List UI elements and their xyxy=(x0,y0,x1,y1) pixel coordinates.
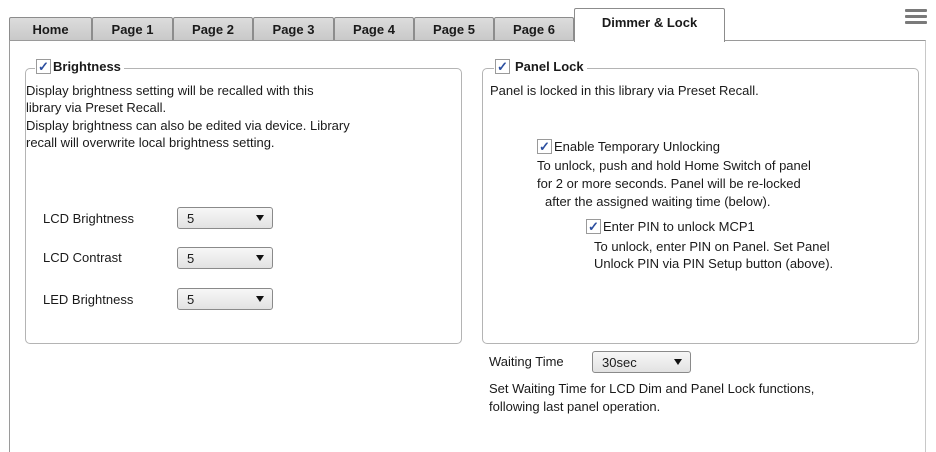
tab-bar: Home Page 1 Page 2 Page 3 Page 4 Page 5 … xyxy=(0,0,936,42)
dropdown-arrow-icon xyxy=(674,359,682,365)
temp-unlock-checkbox[interactable]: ✓ xyxy=(537,139,552,154)
waiting-time-select[interactable]: 30sec xyxy=(592,351,691,373)
tab-dimmer-lock[interactable]: Dimmer & Lock xyxy=(574,8,725,42)
pin-desc-line-2: Unlock PIN via PIN Setup button (above). xyxy=(594,256,834,271)
waiting-desc-line-2: following last panel operation. xyxy=(489,399,661,414)
brightness-desc-line-2: library via Preset Recall. xyxy=(26,100,167,115)
panel-lock-desc: Panel is locked in this library via Pres… xyxy=(490,83,759,98)
pin-checkbox[interactable]: ✓ xyxy=(586,219,601,234)
lcd-contrast-label: LCD Contrast xyxy=(43,250,122,265)
brightness-legend: ✓ Brightness xyxy=(35,59,124,74)
led-brightness-value: 5 xyxy=(187,291,195,307)
checkmark-icon: ✓ xyxy=(588,219,599,234)
checkmark-icon: ✓ xyxy=(497,59,508,74)
dropdown-arrow-icon xyxy=(256,255,264,261)
temp-unlock-row: ✓ Enable Temporary Unlocking xyxy=(537,139,720,154)
brightness-checkbox[interactable]: ✓ xyxy=(36,59,51,74)
waiting-time-value: 30sec xyxy=(602,354,637,370)
brightness-title: Brightness xyxy=(53,59,121,74)
waiting-desc-line-1: Set Waiting Time for LCD Dim and Panel L… xyxy=(489,381,815,396)
pin-label: Enter PIN to unlock MCP1 xyxy=(603,219,755,234)
checkmark-icon: ✓ xyxy=(539,139,550,154)
panel-lock-title: Panel Lock xyxy=(515,59,584,74)
temp-unlock-label: Enable Temporary Unlocking xyxy=(554,139,720,154)
pin-desc-line-1: To unlock, enter PIN on Panel. Set Panel xyxy=(594,239,830,254)
lcd-brightness-label: LCD Brightness xyxy=(43,211,135,226)
tab-page-5[interactable]: Page 5 xyxy=(414,17,494,41)
brightness-desc-line-4: recall will overwrite local brightness s… xyxy=(26,135,275,150)
waiting-time-label: Waiting Time xyxy=(489,354,564,369)
panel-lock-checkbox[interactable]: ✓ xyxy=(495,59,510,74)
led-brightness-select[interactable]: 5 xyxy=(177,288,273,310)
temp-unlock-desc-line-3: after the assigned waiting time (below). xyxy=(545,194,771,209)
tab-content-panel: ✓ Brightness Display brightness setting … xyxy=(9,40,926,452)
dropdown-arrow-icon xyxy=(256,215,264,221)
tab-page-4[interactable]: Page 4 xyxy=(334,17,414,41)
temp-unlock-desc-line-1: To unlock, push and hold Home Switch of … xyxy=(537,158,811,173)
tab-page-6[interactable]: Page 6 xyxy=(494,17,574,41)
checkmark-icon: ✓ xyxy=(38,59,49,74)
lcd-contrast-select[interactable]: 5 xyxy=(177,247,273,269)
tab-home[interactable]: Home xyxy=(9,17,92,41)
brightness-desc-line-3: Display brightness can also be edited vi… xyxy=(26,118,350,133)
lcd-brightness-select[interactable]: 5 xyxy=(177,207,273,229)
panel-lock-group: ✓ Panel Lock Panel is locked in this lib… xyxy=(482,59,919,344)
hamburger-menu-icon[interactable] xyxy=(905,9,927,25)
pin-row: ✓ Enter PIN to unlock MCP1 xyxy=(586,219,755,234)
panel-lock-legend: ✓ Panel Lock xyxy=(494,59,587,74)
lcd-contrast-value: 5 xyxy=(187,250,195,266)
lcd-brightness-value: 5 xyxy=(187,210,195,226)
tab-page-1[interactable]: Page 1 xyxy=(92,17,173,41)
dropdown-arrow-icon xyxy=(256,296,264,302)
temp-unlock-desc-line-2: for 2 or more seconds. Panel will be re-… xyxy=(537,176,801,191)
brightness-group: ✓ Brightness Display brightness setting … xyxy=(25,59,462,344)
tab-page-3[interactable]: Page 3 xyxy=(253,17,334,41)
tab-page-2[interactable]: Page 2 xyxy=(173,17,253,41)
brightness-desc-line-1: Display brightness setting will be recal… xyxy=(26,83,314,98)
led-brightness-label: LED Brightness xyxy=(43,292,134,307)
